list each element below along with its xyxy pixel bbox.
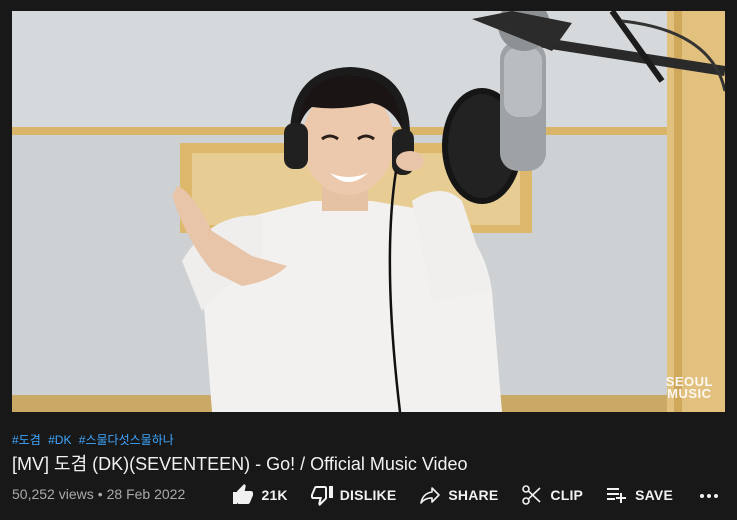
like-count: 21K <box>261 487 288 503</box>
upload-date: 28 Feb 2022 <box>106 486 186 502</box>
share-button[interactable]: SHARE <box>418 483 498 507</box>
dislike-button[interactable]: DISLIKE <box>310 483 397 507</box>
share-label: SHARE <box>448 487 499 503</box>
thumbs-up-icon <box>231 483 255 507</box>
video-title: [MV] 도겸 (DK)(SEVENTEEN) - Go! / Official… <box>12 454 468 474</box>
hashtag-list: #도겸 #DK #스물다섯스물하나 <box>12 431 178 448</box>
scissors-icon <box>520 483 544 507</box>
share-arrow-icon <box>418 483 442 507</box>
hashtag-link[interactable]: #DK <box>48 433 71 447</box>
clip-label: CLIP <box>550 487 584 503</box>
thumbs-down-icon <box>310 483 334 507</box>
more-button[interactable] <box>697 483 721 507</box>
clip-button[interactable]: CLIP <box>520 483 583 507</box>
hashtag-link[interactable]: #스물다섯스물하나 <box>79 433 174 447</box>
meta-separator: • <box>97 486 103 502</box>
save-label: SAVE <box>635 487 673 503</box>
more-horizontal-icon <box>697 494 721 511</box>
like-button[interactable]: 21K <box>231 483 288 507</box>
hashtag-link[interactable]: #도겸 <box>12 433 41 447</box>
action-bar: 21K DISLIKE SHARE CLIP SAVE <box>231 480 721 510</box>
video-player[interactable]: SEOUL MUSIC <box>12 11 725 412</box>
video-meta: 50,252 views • 28 Feb 2022 <box>12 486 185 502</box>
save-button[interactable]: SAVE <box>605 483 673 507</box>
dislike-label: DISLIKE <box>339 487 397 503</box>
view-count: 50,252 views <box>12 486 94 502</box>
watermark-line-2: MUSIC <box>667 386 712 401</box>
channel-watermark: SEOUL MUSIC <box>666 375 713 401</box>
video-frame <box>12 11 725 412</box>
playlist-add-icon <box>605 483 629 507</box>
